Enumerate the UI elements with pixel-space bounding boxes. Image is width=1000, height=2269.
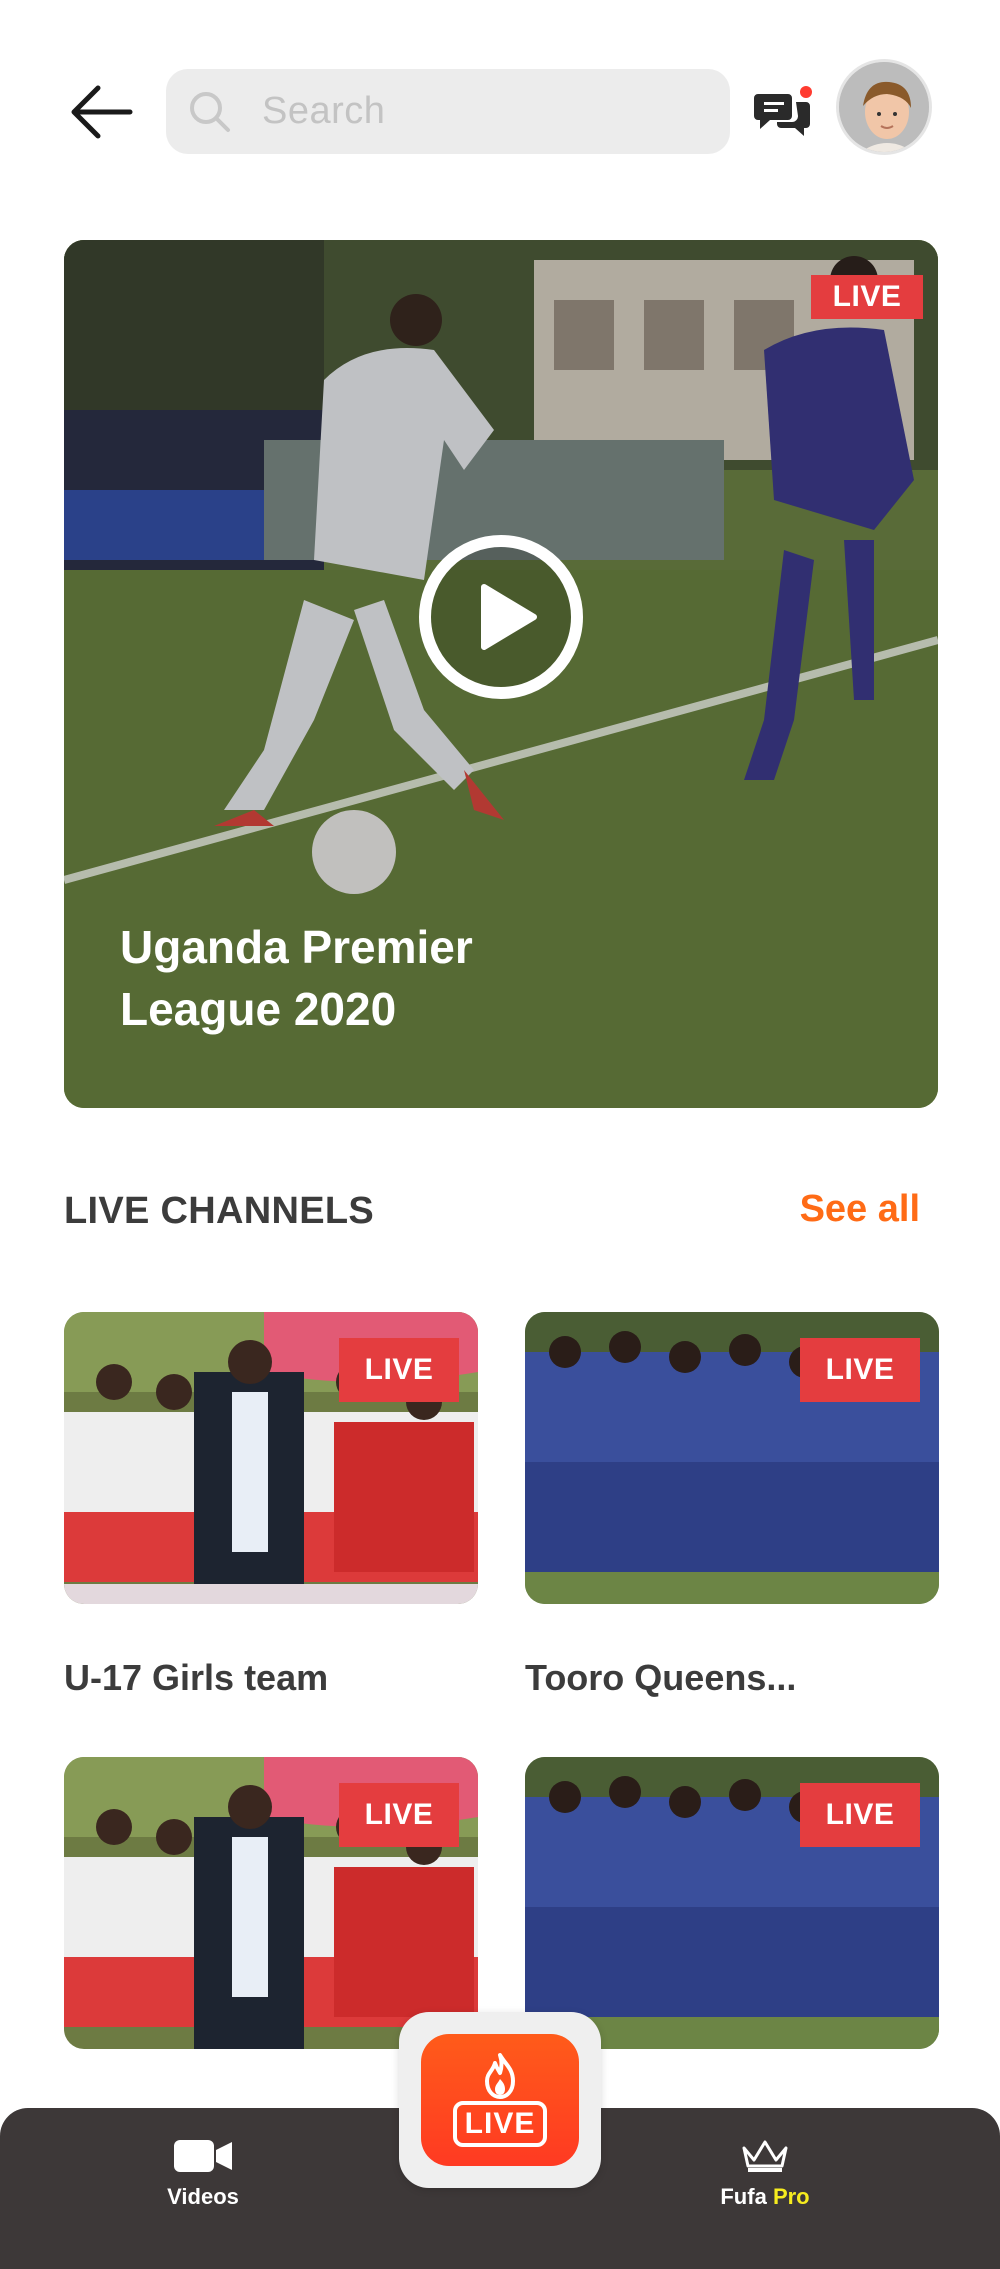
live-badge: LIVE bbox=[800, 1783, 920, 1847]
featured-stream-card[interactable]: LIVE Uganda Premier League 2020 bbox=[64, 240, 938, 1108]
live-badge: LIVE bbox=[339, 1783, 459, 1847]
go-live-label: LIVE bbox=[452, 2101, 548, 2147]
live-badge: LIVE bbox=[339, 1338, 459, 1402]
nav-videos-label: Videos bbox=[167, 2184, 239, 2209]
go-live-button[interactable]: LIVE bbox=[421, 2034, 579, 2166]
play-icon[interactable] bbox=[416, 532, 586, 702]
search-input[interactable]: Search bbox=[166, 69, 730, 154]
avatar[interactable] bbox=[836, 59, 932, 155]
channel-card[interactable]: LIVE bbox=[64, 1312, 478, 1604]
search-icon bbox=[190, 91, 230, 132]
video-camera-icon bbox=[174, 2140, 232, 2172]
avatar-image bbox=[839, 62, 929, 152]
channel-card[interactable]: LIVE bbox=[525, 1312, 939, 1604]
live-badge: LIVE bbox=[811, 275, 923, 319]
channel-card[interactable]: LIVE bbox=[525, 1757, 939, 2049]
channel-card[interactable]: LIVE bbox=[64, 1757, 478, 2049]
hero-title: Uganda Premier League 2020 bbox=[120, 921, 473, 1035]
see-all-link[interactable]: See all bbox=[800, 1188, 920, 1231]
live-badge: LIVE bbox=[800, 1338, 920, 1402]
flame-icon bbox=[485, 2053, 515, 2099]
go-live-button-frame: LIVE bbox=[399, 2012, 601, 2188]
nav-fufa-pro[interactable]: Fufa Pro bbox=[700, 2138, 830, 2210]
messages-button[interactable] bbox=[754, 84, 814, 140]
back-arrow-icon bbox=[71, 85, 133, 139]
nav-pro-label: Fufa bbox=[720, 2184, 767, 2209]
crown-icon bbox=[742, 2140, 788, 2172]
channel-label: U-17 Girls team bbox=[64, 1657, 329, 1698]
nav-pro-highlight: Pro bbox=[772, 2184, 810, 2209]
messages-icon bbox=[754, 86, 812, 136]
channel-label: Tooro Queens... bbox=[525, 1657, 797, 1698]
back-button[interactable] bbox=[68, 82, 134, 142]
nav-videos[interactable]: Videos bbox=[150, 2138, 256, 2210]
search-placeholder: Search bbox=[262, 90, 386, 132]
section-title: LIVE CHANNELS bbox=[64, 1190, 375, 1232]
